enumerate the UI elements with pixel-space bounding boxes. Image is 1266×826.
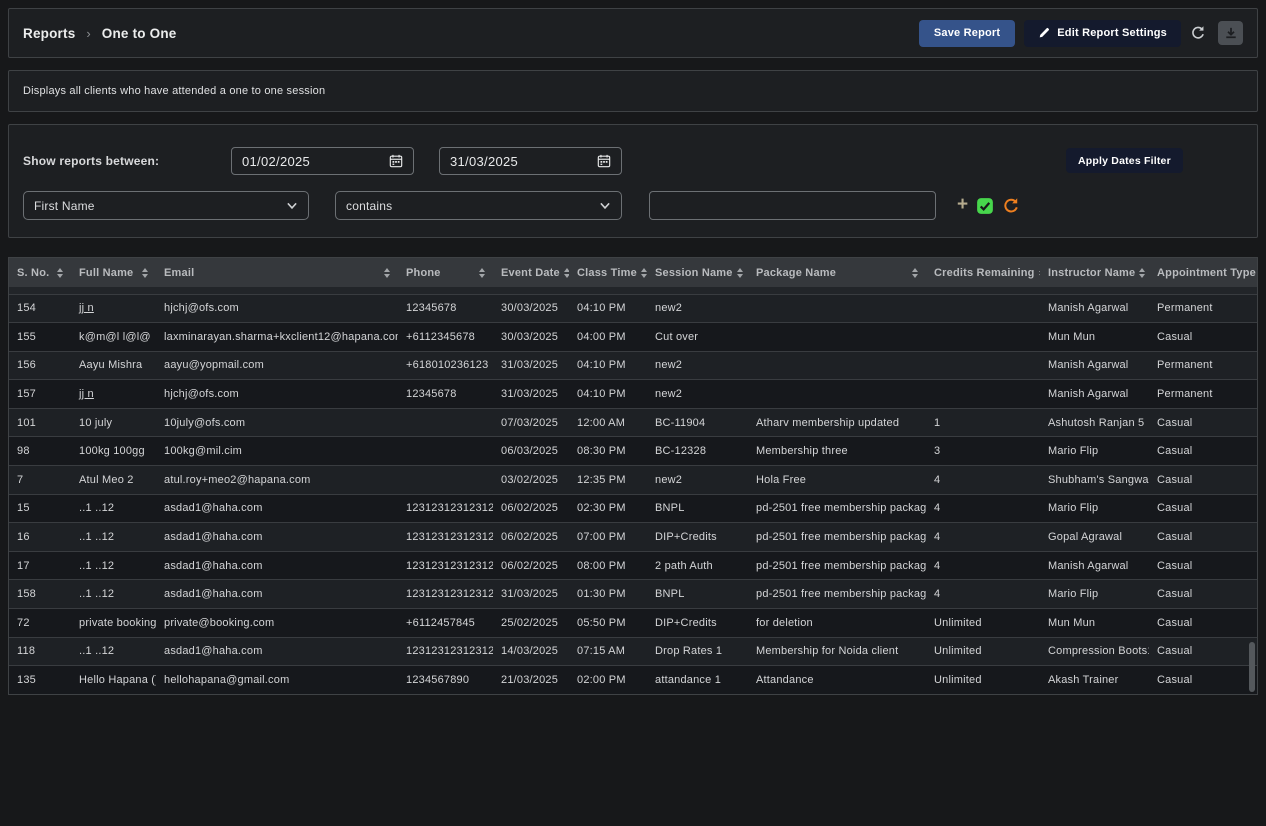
filter-action-icons: + (957, 191, 1020, 220)
client-name-link[interactable]: jj n (79, 302, 94, 314)
apply-dates-filter-label: Apply Dates Filter (1078, 155, 1171, 167)
save-report-button[interactable]: Save Report (919, 20, 1015, 47)
column-header-session-name[interactable]: Session Name (647, 258, 748, 287)
filter-operator-select[interactable]: contains (335, 191, 622, 220)
column-label: Session Name (655, 267, 733, 279)
table-row: 72private bookingprivate@booking.com+611… (9, 609, 1257, 638)
column-label: Package Name (756, 267, 836, 279)
client-name-link[interactable]: jj n (79, 388, 94, 400)
column-label: Event Date (501, 267, 560, 279)
table-row: 157jj nhjchj@ofs.com1234567831/03/202504… (9, 380, 1257, 409)
column-header-credits-remaining[interactable]: Credits Remaining (926, 258, 1040, 287)
date-to-input[interactable] (450, 154, 570, 169)
table-row: 7Atul Meo 2atul.roy+meo2@hapana.com03/02… (9, 466, 1257, 495)
reports-table-container: S. No. Full Name Email Phone Event Date Class… (8, 257, 1258, 695)
edit-report-settings-button[interactable]: Edit Report Settings (1024, 20, 1181, 47)
page-title: One to One (102, 26, 177, 41)
column-header-appointment-type[interactable]: Appointment Type (1149, 258, 1257, 287)
table-row: 17..1 ..12asdad1@haha.com123123123123120… (9, 551, 1257, 580)
sort-icon[interactable] (57, 268, 63, 278)
sort-icon[interactable] (1139, 268, 1145, 278)
table-row: 118..1 ..12asdad1@haha.com12312312312312… (9, 637, 1257, 666)
filter-value-input[interactable] (649, 191, 936, 220)
reset-filter-icon[interactable] (1002, 197, 1020, 215)
report-description-bar: Displays all clients who have attended a… (8, 70, 1258, 112)
sort-icon[interactable] (1039, 268, 1040, 278)
column-label: Instructor Name (1048, 267, 1135, 279)
column-header-event-date[interactable]: Event Date (493, 258, 569, 287)
column-header-full-name[interactable]: Full Name (71, 258, 156, 287)
date-from-field[interactable] (231, 147, 414, 175)
breadcrumb: Reports › One to One (23, 26, 177, 41)
date-range-label: Show reports between: (23, 154, 159, 168)
column-label: Phone (406, 267, 441, 279)
sort-icon[interactable] (142, 268, 148, 278)
apply-dates-filter-button[interactable]: Apply Dates Filter (1066, 148, 1183, 173)
column-header-class-time[interactable]: Class Time (569, 258, 647, 287)
top-bar: Reports › One to One Save Report Edit Re… (8, 8, 1258, 58)
column-label: Appointment Type (1157, 267, 1256, 279)
column-label: Email (164, 267, 194, 279)
column-label: Credits Remaining (934, 267, 1035, 279)
breadcrumb-separator: › (86, 26, 90, 41)
edit-report-settings-label: Edit Report Settings (1057, 27, 1167, 39)
table-row: 135Hello Hapana ()hellohapana@gmail.com1… (9, 666, 1257, 695)
sort-icon[interactable] (641, 268, 647, 278)
filters-panel: Show reports between: Apply Dates Filter… (8, 124, 1258, 238)
column-header-s-no[interactable]: S. No. (9, 258, 71, 287)
add-filter-icon[interactable]: + (957, 195, 968, 214)
column-label: Full Name (79, 267, 133, 279)
chevron-down-icon (286, 201, 298, 211)
calendar-icon[interactable] (597, 154, 611, 168)
filter-operator-selected: contains (346, 199, 392, 213)
download-button[interactable] (1218, 21, 1243, 45)
sort-icon[interactable] (737, 268, 743, 278)
column-label: Class Time (577, 267, 637, 279)
sort-icon[interactable] (384, 268, 390, 278)
column-header-email[interactable]: Email (156, 258, 398, 287)
date-to-field[interactable] (439, 147, 622, 175)
report-description: Displays all clients who have attended a… (23, 85, 325, 97)
sort-icon[interactable] (479, 268, 485, 278)
table-row: 15..1 ..12asdad1@haha.com123123123123120… (9, 494, 1257, 523)
table-row: 10110 july10july@ofs.com07/03/202512:00 … (9, 408, 1257, 437)
table-header-row: S. No. Full Name Email Phone Event Date Class… (9, 258, 1257, 287)
reports-table: S. No. Full Name Email Phone Event Date Class… (9, 258, 1257, 694)
toolbar: Save Report Edit Report Settings (919, 20, 1243, 47)
apply-filter-check-icon[interactable] (976, 197, 994, 215)
chevron-down-icon (599, 201, 611, 211)
download-icon (1225, 27, 1237, 39)
column-header-instructor-name[interactable]: Instructor Name (1040, 258, 1149, 287)
table-spacer-row (9, 287, 1257, 294)
pencil-icon (1038, 27, 1050, 39)
refresh-icon[interactable] (1190, 25, 1206, 41)
sort-icon[interactable] (564, 268, 569, 278)
table-row: 16..1 ..12asdad1@haha.com123123123123120… (9, 523, 1257, 552)
sort-icon[interactable] (912, 268, 918, 278)
column-header-phone[interactable]: Phone (398, 258, 493, 287)
table-row: 98100kg 100gg100kg@mil.cim06/03/202508:3… (9, 437, 1257, 466)
vertical-scrollbar[interactable] (1249, 642, 1255, 692)
column-label: S. No. (17, 267, 49, 279)
calendar-icon[interactable] (389, 154, 403, 168)
filter-field-selected: First Name (34, 199, 95, 213)
date-from-input[interactable] (242, 154, 362, 169)
save-report-label: Save Report (934, 27, 1000, 39)
column-header-package-name[interactable]: Package Name (748, 258, 926, 287)
table-row: 156Aayu Mishraaayu@yopmail.com+618010236… (9, 351, 1257, 380)
table-row: 155k@m@l l@l@laxminarayan.sharma+kxclien… (9, 323, 1257, 352)
breadcrumb-reports[interactable]: Reports (23, 26, 75, 41)
table-row: 154jj nhjchj@ofs.com1234567830/03/202504… (9, 294, 1257, 323)
table-row: 158..1 ..12asdad1@haha.com12312312312312… (9, 580, 1257, 609)
filter-field-select[interactable]: First Name (23, 191, 309, 220)
